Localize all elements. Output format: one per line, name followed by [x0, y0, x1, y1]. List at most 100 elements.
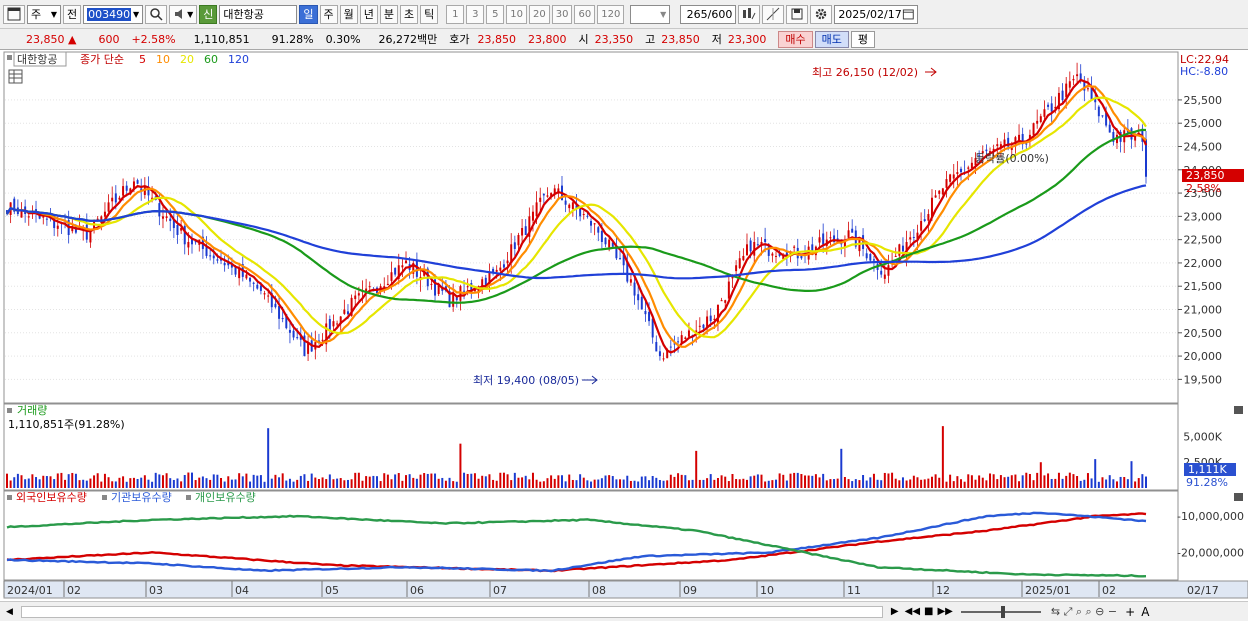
- zoom-slider[interactable]: [960, 605, 1041, 618]
- tool-icons[interactable]: ⇆ ⤢ ⌕ ⌕ ⊖ −: [1051, 605, 1117, 619]
- date-input[interactable]: 2025/02/17: [834, 4, 919, 24]
- table-toggle-icon[interactable]: [8, 69, 23, 84]
- holdings-legend-handle-icon[interactable]: [102, 495, 107, 500]
- interval-button-3[interactable]: 3: [466, 4, 485, 24]
- candle-body: [749, 240, 752, 252]
- current-price-tag-text: 23,850: [1186, 169, 1225, 182]
- volume-bar: [862, 475, 865, 488]
- ma-title[interactable]: 종가 단순: [80, 53, 124, 66]
- x-axis-label: 02: [1102, 584, 1116, 597]
- holdings-legend-2[interactable]: 개인보유수량: [195, 491, 256, 504]
- candle-body: [216, 259, 219, 261]
- gear-icon[interactable]: [810, 4, 833, 24]
- period-tab-1[interactable]: 주: [319, 4, 338, 24]
- period-tab-3[interactable]: 년: [359, 4, 378, 24]
- x-axis-label: 07: [493, 584, 507, 597]
- panel-maximize-icon[interactable]: [1234, 406, 1243, 414]
- crosshair-icon[interactable]: [762, 4, 785, 24]
- interval-custom-select[interactable]: ▼: [630, 4, 671, 24]
- ma-legend-60[interactable]: 60: [204, 53, 218, 66]
- stock-code-input[interactable]: 003490 ▼: [83, 4, 144, 24]
- scroll-left-icon[interactable]: ◀: [6, 607, 13, 617]
- volume-bar: [1032, 480, 1035, 488]
- drawing-tools-icon[interactable]: [738, 4, 761, 24]
- candle-body: [677, 341, 680, 343]
- holdings-legend-0[interactable]: 외국인보유수량: [16, 491, 87, 504]
- volume-bar: [1130, 461, 1133, 488]
- period-tab-5[interactable]: 초: [400, 4, 419, 24]
- bar-count-input[interactable]: 265/600: [680, 4, 737, 24]
- candle-body: [869, 254, 872, 261]
- sell-button[interactable]: 매도: [814, 30, 849, 48]
- buy-button[interactable]: 매수: [778, 30, 813, 48]
- volume-bar: [571, 479, 574, 488]
- period-tab-4[interactable]: 분: [379, 4, 399, 24]
- zoom-slider-thumb[interactable]: [1000, 605, 1005, 618]
- candle-body: [463, 290, 466, 292]
- volume-bar: [960, 479, 962, 488]
- period-tab-6[interactable]: 틱: [420, 4, 439, 24]
- candle-body: [390, 272, 393, 281]
- holdings-legend-1[interactable]: 기관보유수량: [111, 491, 172, 504]
- stock-name-tag: 대한항공: [17, 53, 57, 66]
- volume-bar: [891, 472, 894, 488]
- volume-bar: [764, 481, 767, 488]
- zoom-in-icon[interactable]: +: [1125, 605, 1135, 619]
- interval-button-120[interactable]: 120: [597, 4, 625, 24]
- panel-handle-icon[interactable]: [7, 55, 12, 60]
- ma-legend-120[interactable]: 120: [228, 53, 249, 66]
- panel-maximize-icon[interactable]: [1234, 493, 1243, 501]
- calendar-icon[interactable]: [902, 7, 915, 21]
- interval-button-10[interactable]: 10: [506, 4, 528, 24]
- holdings-legend-handle-icon[interactable]: [7, 495, 12, 500]
- price-tick-label: 22,000: [1184, 257, 1223, 270]
- panel-handle-icon[interactable]: [7, 408, 12, 413]
- scroll-track[interactable]: [20, 605, 883, 618]
- volume-panel[interactable]: [3, 403, 1179, 491]
- stock-chart[interactable]: 19,500 20,000 20,500 21,000 21,500 22,000 22,5…: [0, 50, 1248, 601]
- ma-legend-20[interactable]: 20: [180, 53, 194, 66]
- interval-button-20[interactable]: 20: [529, 4, 550, 24]
- holdings-legend-handle-icon[interactable]: [186, 495, 191, 500]
- interval-button-30[interactable]: 30: [551, 4, 573, 24]
- period-tab-0[interactable]: 일: [299, 4, 318, 24]
- interval-button-5[interactable]: 5: [486, 4, 505, 24]
- speaker-icon[interactable]: ▼: [169, 4, 198, 24]
- candle-body: [502, 264, 505, 268]
- prev-button[interactable]: 전: [63, 4, 82, 24]
- price-tick-label: 20,000: [1184, 350, 1223, 363]
- volume-title[interactable]: 거래량: [17, 404, 47, 417]
- stock-name-field[interactable]: 대한항공: [219, 4, 298, 24]
- stop-icon[interactable]: ■: [924, 606, 933, 617]
- volume-bar: [1068, 472, 1071, 488]
- market-select[interactable]: 주 ▼: [27, 4, 61, 24]
- window-icon[interactable]: [3, 4, 25, 24]
- interval-button-1[interactable]: 1: [446, 4, 465, 24]
- interval-button-60[interactable]: 60: [574, 4, 596, 24]
- candle-body: [745, 244, 748, 256]
- volume-bar: [35, 477, 38, 488]
- volume-bar: [622, 479, 625, 488]
- chart-scrollbar[interactable]: ◀ ▶ ◀◀ ■ ▶▶ ⇆ ⤢ ⌕ ⌕ ⊖ − + A: [0, 601, 1248, 621]
- volume-bar: [437, 478, 440, 488]
- volume-bar: [288, 478, 291, 488]
- fast-forward-icon[interactable]: ▶▶: [937, 606, 952, 617]
- price-tick-label: 21,500: [1184, 280, 1223, 293]
- ma-legend-5[interactable]: 5: [139, 53, 146, 66]
- search-icon[interactable]: [145, 4, 168, 24]
- volume-bar: [151, 481, 154, 488]
- volume-bar: [1021, 475, 1024, 488]
- volume-bar: [408, 474, 411, 488]
- candle-body: [604, 237, 607, 245]
- rewind-icon[interactable]: ◀◀: [905, 606, 920, 617]
- scroll-right-icon[interactable]: ▶: [891, 606, 899, 617]
- save-icon[interactable]: [786, 4, 809, 24]
- avg-button[interactable]: 평: [850, 30, 876, 48]
- font-size-icon[interactable]: A: [1141, 605, 1149, 619]
- ma-legend-10[interactable]: 10: [156, 53, 170, 66]
- volume-bar: [626, 475, 629, 488]
- period-tab-2[interactable]: 월: [339, 4, 358, 24]
- volume-bar: [430, 473, 433, 488]
- turnover-rate: 0.30%: [325, 32, 361, 46]
- holdings-panel[interactable]: [3, 490, 1179, 581]
